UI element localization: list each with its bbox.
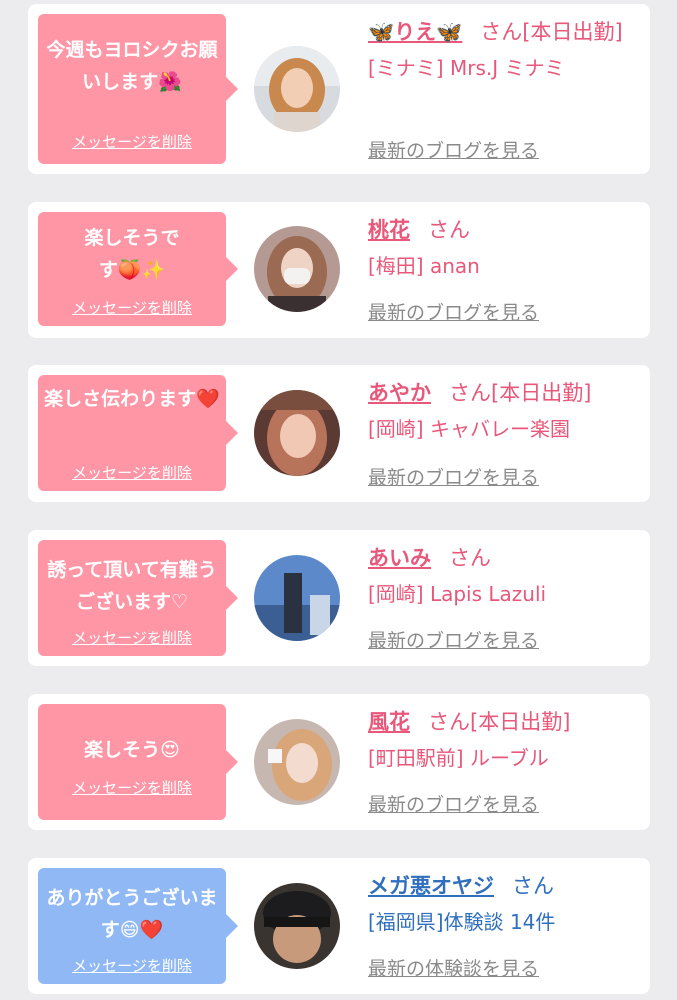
sender-name-link[interactable]: あいみ — [368, 546, 431, 570]
delete-message-link[interactable]: メッセージを削除 — [38, 131, 226, 152]
shop-name: [ミナミ] Mrs.J ミナミ — [368, 56, 565, 80]
sender-info: 風花 さん[本日出勤] [町田駅前] ルーブル — [368, 704, 640, 776]
shop-name: [町田駅前] ルーブル — [368, 746, 549, 770]
sender-name-link[interactable]: あやか — [368, 381, 431, 405]
message-bubble: 楽しそう😍 メッセージを削除 — [38, 704, 238, 820]
sender-info: 桃花 さん [梅田] anan — [368, 212, 640, 284]
message-card: 楽しそう😍 メッセージを削除 風花 さん[本日出勤] [町田駅前] ルーブル 最新… — [28, 694, 650, 830]
message-bubble: 誘って頂いて有難うございます♡ メッセージを削除 — [38, 540, 238, 656]
avatar[interactable] — [254, 46, 340, 132]
delete-message-link[interactable]: メッセージを削除 — [38, 777, 226, 798]
shop-name: [岡崎] Lapis Lazuli — [368, 582, 547, 606]
avatar[interactable] — [254, 226, 340, 312]
sender-status: さん — [449, 546, 491, 570]
shop-name: [梅田] anan — [368, 254, 480, 278]
message-text: ありがとうございます😄❤️ — [46, 887, 218, 941]
shop-name: [岡崎] キャバレー楽園 — [368, 417, 570, 441]
sender-info: 🦋りえ🦋 さん[本日出勤] [ミナミ] Mrs.J ミナミ — [368, 14, 640, 86]
message-card: ありがとうございます😄❤️ メッセージを削除 メガ悪オヤジ さん [福岡県]体験談… — [28, 858, 650, 994]
delete-message-link[interactable]: メッセージを削除 — [38, 462, 226, 483]
latest-blog-link[interactable]: 最新のブログを見る — [368, 463, 539, 490]
delete-message-link[interactable]: メッセージを削除 — [38, 627, 226, 648]
message-bubble: 楽しそうです🍑✨ メッセージを削除 — [38, 212, 238, 326]
message-text: 楽しそうです🍑✨ — [84, 227, 180, 281]
message-text: 今週もヨロシクお願いします🌺 — [46, 39, 218, 93]
message-text: 誘って頂いて有難うございます♡ — [47, 559, 217, 613]
sender-info: あいみ さん [岡崎] Lapis Lazuli — [368, 540, 640, 612]
message-card: 楽しさ伝わります❤️ メッセージを削除 あやか さん[本日出勤] [岡崎] キャバ… — [28, 365, 650, 502]
message-bubble: 今週もヨロシクお願いします🌺 メッセージを削除 — [38, 14, 238, 164]
sender-status: さん[本日出勤] — [480, 20, 623, 44]
sender-status: さん[本日出勤] — [449, 381, 592, 405]
sender-status: さん — [428, 218, 470, 242]
sender-info: メガ悪オヤジ さん [福岡県]体験談 14件 — [368, 868, 640, 940]
message-card: 誘って頂いて有難うございます♡ メッセージを削除 あいみ さん [岡崎] Lapi… — [28, 530, 650, 666]
avatar[interactable] — [254, 719, 340, 805]
sender-name-link[interactable]: メガ悪オヤジ — [368, 874, 494, 898]
message-text: 楽しそう😍 — [84, 739, 180, 761]
latest-blog-link[interactable]: 最新のブログを見る — [368, 298, 539, 325]
latest-blog-link[interactable]: 最新のブログを見る — [368, 626, 539, 653]
message-list: 今週もヨロシクお願いします🌺 メッセージを削除 🦋りえ🦋 さん[本日出勤] [ミナ… — [0, 0, 677, 1000]
latest-blog-link[interactable]: 最新のブログを見る — [368, 136, 539, 163]
latest-review-link[interactable]: 最新の体験談を見る — [368, 954, 539, 981]
delete-message-link[interactable]: メッセージを削除 — [38, 955, 226, 976]
message-card: 今週もヨロシクお願いします🌺 メッセージを削除 🦋りえ🦋 さん[本日出勤] [ミナ… — [28, 4, 650, 174]
delete-message-link[interactable]: メッセージを削除 — [38, 297, 226, 318]
avatar[interactable] — [254, 883, 340, 969]
sender-name-link[interactable]: 桃花 — [368, 218, 410, 242]
shop-name: [福岡県]体験談 14件 — [368, 910, 556, 934]
message-bubble: 楽しさ伝わります❤️ メッセージを削除 — [38, 375, 238, 491]
avatar[interactable] — [254, 390, 340, 476]
sender-status: さん — [512, 874, 554, 898]
message-text: 楽しさ伝わります❤️ — [44, 388, 220, 410]
message-card: 楽しそうです🍑✨ メッセージを削除 桃花 さん [梅田] anan 最新のブログを… — [28, 202, 650, 338]
avatar[interactable] — [254, 555, 340, 641]
sender-name-link[interactable]: 🦋りえ🦋 — [368, 20, 462, 44]
message-bubble: ありがとうございます😄❤️ メッセージを削除 — [38, 868, 238, 984]
sender-status: さん[本日出勤] — [428, 710, 571, 734]
sender-name-link[interactable]: 風花 — [368, 710, 410, 734]
latest-blog-link[interactable]: 最新のブログを見る — [368, 790, 539, 817]
sender-info: あやか さん[本日出勤] [岡崎] キャバレー楽園 — [368, 375, 640, 447]
